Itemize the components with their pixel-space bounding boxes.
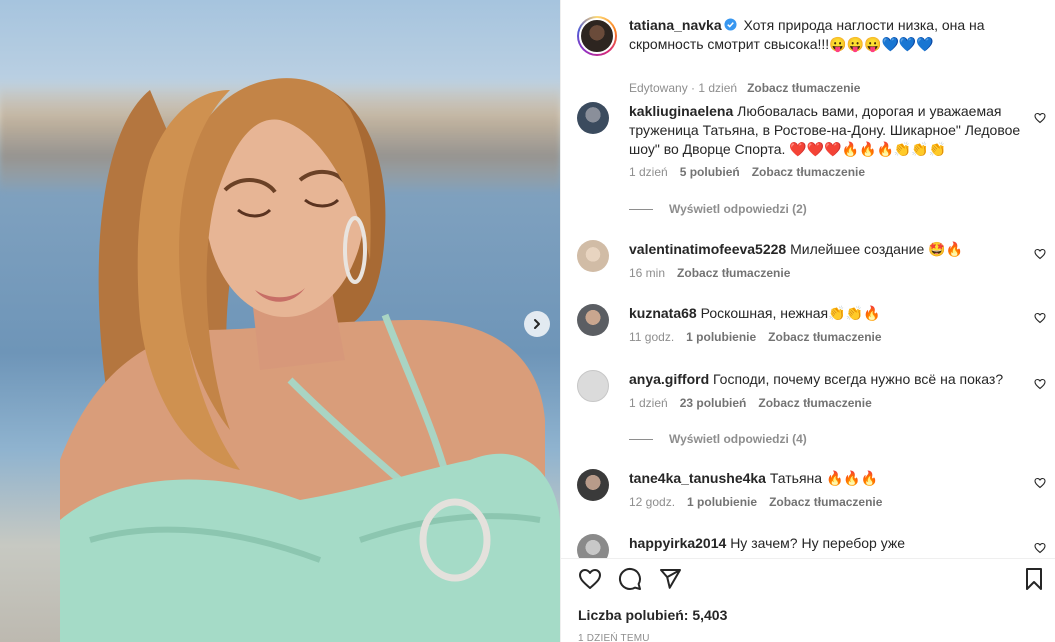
send-icon[interactable] (658, 567, 682, 591)
comment-text: Господи, почему всегда нужно всё на пока… (713, 371, 1004, 387)
commenter-avatar[interactable] (577, 469, 609, 501)
post-photo (0, 0, 560, 642)
comment-likes[interactable]: 1 polubienie (687, 495, 757, 509)
commenter-avatar[interactable] (577, 370, 609, 402)
comment-meta: 11 godz. 1 polubienie Zobacz tłumaczenie (629, 330, 894, 344)
comment-time: 1 dzień (629, 396, 668, 410)
comment-meta: 1 dzień 23 polubień Zobacz tłumaczenie (629, 396, 884, 410)
comment-body: valentinatimofeeva5228 Милейшее создание… (629, 240, 1034, 259)
next-photo-button[interactable] (524, 311, 550, 337)
comment-body: anya.gifford Господи, почему всегда нужн… (629, 370, 1034, 389)
comment-translate-link[interactable]: Zobacz tłumaczenie (752, 165, 865, 179)
commenter-username[interactable]: valentinatimofeeva5228 (629, 241, 786, 257)
comment-body: tane4ka_tanushe4ka Татьяна 🔥🔥🔥 (629, 469, 1034, 488)
comment-likes[interactable]: 1 polubienie (686, 330, 756, 344)
view-replies-button[interactable]: Wyświetl odpowiedzi (4) (629, 432, 807, 446)
comment-like-heart-icon[interactable] (1034, 312, 1046, 324)
bookmark-icon[interactable] (1022, 567, 1046, 591)
comment-meta: 16 min Zobacz tłumaczenie (629, 266, 802, 280)
commenter-avatar[interactable] (577, 304, 609, 336)
comment-text: Милейшее создание 🤩🔥 (790, 241, 963, 257)
comment-text: Роскошная, нежная👏👏🔥 (700, 305, 881, 321)
commenter-username[interactable]: tane4ka_tanushe4ka (629, 470, 766, 486)
comment-body: kuznata68 Роскошная, нежная👏👏🔥 (629, 304, 1034, 323)
comment-likes[interactable]: 5 polubień (680, 165, 740, 179)
comment-text: Татьяна 🔥🔥🔥 (769, 470, 879, 486)
post-side-panel: tatiana_navka Хотя природа наглости низк… (560, 0, 1055, 642)
commenter-avatar[interactable] (577, 102, 609, 134)
edited-label: Edytowany · 1 dzień (629, 81, 738, 95)
comment-text: Ну зачем? Ну перебор уже (730, 535, 906, 551)
commenter-username[interactable]: happyirka2014 (629, 535, 726, 551)
comment-translate-link[interactable]: Zobacz tłumaczenie (758, 396, 871, 410)
caption-meta: Edytowany · 1 dzień Zobacz tłumaczenie (629, 81, 860, 95)
comment-meta: 12 godz. 1 polubienie Zobacz tłumaczenie (629, 495, 894, 509)
comment-likes[interactable]: 23 polubień (680, 396, 747, 410)
caption-translate-link[interactable]: Zobacz tłumaczenie (747, 81, 860, 95)
comment-meta: 1 dzień 5 polubień Zobacz tłumaczenie (629, 165, 877, 179)
likes-count[interactable]: Liczba polubień: 5,403 (578, 607, 727, 623)
comment-body: kakliuginaelena Любовалась вами, дорогая… (629, 102, 1034, 159)
comment-like-heart-icon[interactable] (1034, 542, 1046, 554)
commenter-username[interactable]: kuznata68 (629, 305, 697, 321)
verified-badge-icon (724, 18, 737, 31)
heart-icon[interactable] (578, 567, 602, 591)
comment-like-heart-icon[interactable] (1034, 248, 1046, 260)
caption-text: tatiana_navka Хотя природа наглости низк… (629, 16, 1029, 54)
comment-time: 1 dzień (629, 165, 668, 179)
comment-translate-link[interactable]: Zobacz tłumaczenie (768, 330, 881, 344)
commenter-avatar[interactable] (577, 534, 609, 558)
comment-like-heart-icon[interactable] (1034, 112, 1046, 124)
comment-time: 12 godz. (629, 495, 676, 509)
author-username[interactable]: tatiana_navka (629, 17, 722, 33)
comment-time: 16 min (629, 266, 666, 280)
view-replies-button[interactable]: Wyświetl odpowiedzi (2) (629, 202, 807, 216)
comment-body: happyirka2014 Ну зачем? Ну перебор уже (629, 534, 1034, 553)
commenter-username[interactable]: kakliuginaelena (629, 103, 733, 119)
comment-icon[interactable] (618, 567, 642, 591)
comment-translate-link[interactable]: Zobacz tłumaczenie (769, 495, 882, 509)
chevron-right-icon (534, 319, 540, 329)
post-actions-bar: Liczba polubień: 5,403 1 DZIEŃ TEMU (561, 558, 1055, 642)
comment-translate-link[interactable]: Zobacz tłumaczenie (677, 266, 790, 280)
photo-subject (60, 78, 560, 642)
author-avatar[interactable] (577, 16, 617, 56)
comment-like-heart-icon[interactable] (1034, 477, 1046, 489)
commenter-username[interactable]: anya.gifford (629, 371, 709, 387)
post-date[interactable]: 1 DZIEŃ TEMU (578, 633, 650, 642)
comment-like-heart-icon[interactable] (1034, 378, 1046, 390)
comment-item-partial: happyirka2014 Ну зачем? Ну перебор уже (561, 530, 1055, 558)
comment-time: 11 godz. (629, 330, 675, 344)
commenter-avatar[interactable] (577, 240, 609, 272)
